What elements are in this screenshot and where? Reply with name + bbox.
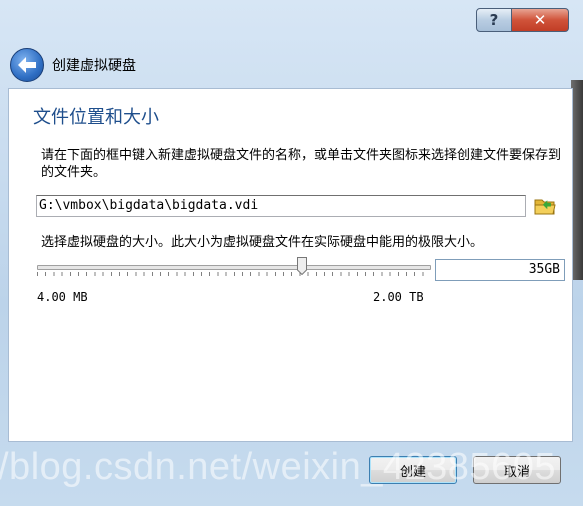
back-button[interactable] — [10, 48, 44, 82]
description-text: 请在下面的框中键入新建虚拟硬盘文件的名称，或单击文件夹图标来选择创建文件要保存到… — [41, 148, 562, 180]
file-path-input[interactable] — [36, 195, 526, 217]
create-button[interactable]: 创建 — [369, 456, 457, 484]
content-panel: 文件位置和大小 请在下面的框中键入新建虚拟硬盘文件的名称，或单击文件夹图标来选择… — [8, 88, 573, 442]
dialog-window: ? ✕ 创建虚拟硬盘 文件位置和大小 请在下面的框中键入新建虚拟硬盘文件的名称，… — [0, 0, 583, 506]
size-label: 选择虚拟硬盘的大小。此大小为虚拟硬盘文件在实际硬盘中能用的极限大小。 — [41, 235, 484, 250]
slider-thumb[interactable] — [297, 257, 307, 275]
section-title: 文件位置和大小 — [33, 107, 159, 128]
choose-folder-button[interactable] — [534, 196, 556, 216]
size-input[interactable] — [435, 259, 565, 281]
slider-track — [37, 265, 431, 270]
help-button[interactable]: ? — [476, 8, 512, 32]
cancel-button[interactable]: 取消 — [473, 456, 561, 484]
back-arrow-icon — [18, 57, 36, 73]
min-size-label: 4.00 MB — [37, 290, 88, 304]
folder-icon — [534, 199, 556, 215]
dialog-title: 创建虚拟硬盘 — [52, 58, 136, 74]
close-button[interactable]: ✕ — [512, 8, 569, 32]
caption-buttons: ? ✕ — [476, 8, 569, 32]
slider-ticks — [37, 272, 429, 276]
max-size-label: 2.00 TB — [373, 290, 424, 304]
size-slider[interactable] — [37, 257, 431, 277]
